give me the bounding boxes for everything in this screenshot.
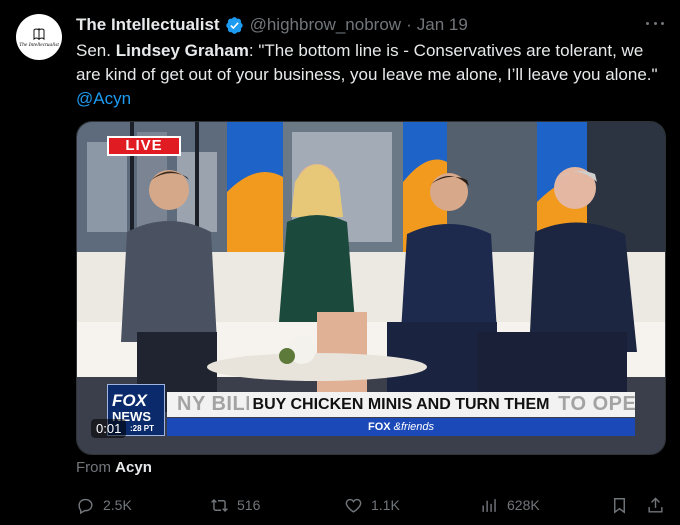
view-count: 628K bbox=[507, 497, 540, 513]
bookmark-button[interactable] bbox=[610, 494, 637, 516]
avatar[interactable]: The Intellectualist bbox=[16, 14, 62, 60]
header-separator: · bbox=[406, 15, 412, 34]
more-options-icon[interactable] bbox=[646, 14, 664, 32]
author-name[interactable]: The Intellectualist bbox=[76, 15, 220, 35]
show-band-name: &friends bbox=[393, 421, 435, 433]
views-button[interactable]: 628K bbox=[480, 494, 540, 516]
video-player[interactable]: LIVE FOX NEWS :28 PT NY BILL WOULD FORCE… bbox=[76, 121, 666, 455]
verified-badge-icon bbox=[225, 16, 243, 34]
media-source: From Acyn bbox=[76, 459, 152, 476]
reply-button[interactable]: 2.5K bbox=[76, 494, 132, 516]
reply-count: 2.5K bbox=[103, 497, 132, 513]
share-icon bbox=[648, 496, 663, 513]
like-count: 1.1K bbox=[371, 497, 400, 513]
avatar-brand-text: The Intellectualist bbox=[19, 41, 59, 48]
video-timer: 0:01 bbox=[91, 419, 127, 438]
show-band: FOX &friends bbox=[167, 418, 635, 436]
tweet-header: The Intellectualist @highbrow_nobrow · J… bbox=[76, 13, 664, 37]
fox-logo-time: :28 PT bbox=[130, 424, 155, 433]
chyron-text: BUY CHICKEN MINIS AND TURN THEM bbox=[248, 396, 554, 413]
tweet-speaker: Lindsey Graham bbox=[115, 41, 249, 60]
views-chart-icon bbox=[482, 498, 496, 512]
heart-icon bbox=[345, 498, 362, 513]
show-band-brand: FOX bbox=[367, 421, 391, 433]
repost-button[interactable]: 516 bbox=[210, 494, 260, 516]
source-account[interactable]: Acyn bbox=[115, 459, 152, 476]
share-button[interactable] bbox=[646, 494, 673, 516]
bookmark-icon bbox=[614, 497, 625, 514]
live-badge: LIVE bbox=[107, 136, 181, 156]
tweet-date[interactable]: Jan 19 bbox=[417, 15, 468, 35]
chyron-caption: NY BILL WOULD FORCE CHICK-FIL-A TO OPEN … bbox=[167, 392, 635, 417]
tweet-text: Sen. Lindsey Graham: "The bottom line is… bbox=[76, 39, 668, 111]
mention-link[interactable]: @Acyn bbox=[76, 89, 131, 108]
repost-icon bbox=[211, 498, 228, 512]
action-bar: 2.5K 516 1.1K 628K bbox=[76, 494, 666, 516]
reply-icon bbox=[78, 498, 93, 514]
author-handle[interactable]: @highbrow_nobrow bbox=[250, 15, 401, 35]
like-button[interactable]: 1.1K bbox=[344, 494, 400, 516]
tweet-prefix: Sen. bbox=[76, 41, 116, 60]
repost-count: 516 bbox=[237, 497, 261, 513]
book-logo-icon bbox=[33, 27, 45, 40]
fox-logo-top: FOX bbox=[112, 391, 147, 410]
source-label: From bbox=[76, 459, 116, 476]
